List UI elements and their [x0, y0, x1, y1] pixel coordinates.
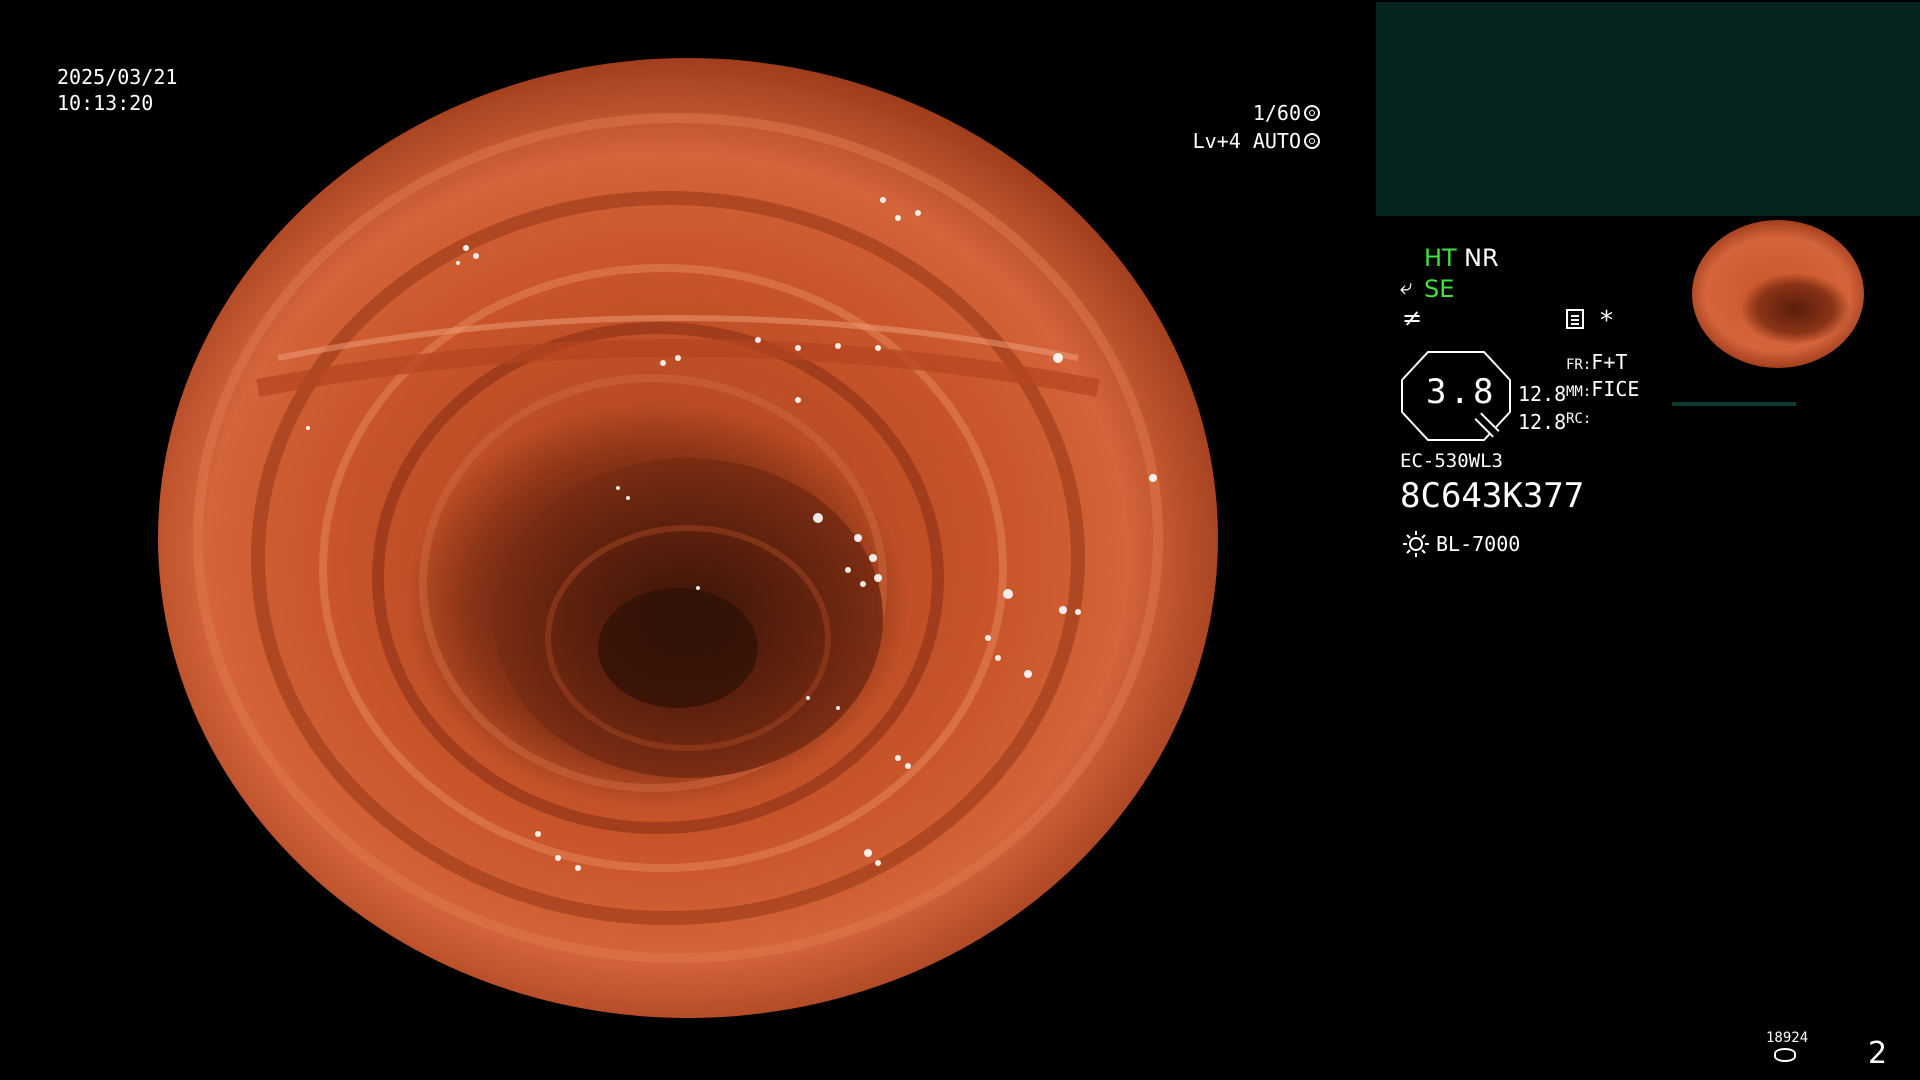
- fr-label: FR:: [1566, 357, 1592, 373]
- mucosal-folds: [193, 70, 1163, 963]
- storage-icon: [1774, 1048, 1796, 1062]
- image-counter: 18924: [1766, 1030, 1809, 1046]
- mm-top: 12.8: [1518, 382, 1567, 406]
- shutter-icon: [1304, 105, 1320, 121]
- thumbnail-bar: [1672, 402, 1796, 406]
- se-indicator: SE: [1424, 275, 1455, 303]
- monitor-panel: [1376, 2, 1920, 216]
- settings-list: FR:F+T MM:FICE RC:: [1566, 350, 1639, 431]
- scope-model: EC-530WL3: [1400, 450, 1503, 472]
- ht-indicator: HT: [1424, 244, 1457, 272]
- mm-bottom: 12.8: [1518, 410, 1567, 434]
- zoom-value: 3.8: [1426, 372, 1497, 412]
- fr-value: F+T: [1591, 350, 1628, 374]
- scope-serial: 8C643K377: [1400, 476, 1585, 516]
- rc-label: RC:: [1566, 411, 1592, 427]
- structure-enhance-icon: ⤶: [1400, 275, 1413, 300]
- thumbnail-preview[interactable]: [1672, 218, 1920, 418]
- document-icon: [1566, 309, 1584, 329]
- page-number: 2: [1868, 1036, 1888, 1071]
- light-source-model: BL-7000: [1436, 532, 1521, 556]
- color-enhance-icon: ≠: [1402, 304, 1423, 332]
- mm-values: 12.8 12.8: [1518, 370, 1566, 436]
- thumbnail-image: [1692, 220, 1864, 368]
- endoscopic-view: [158, 58, 1218, 1018]
- mm-label: MM:: [1566, 384, 1592, 400]
- shutter-speed: 1/60: [1252, 101, 1301, 125]
- light-source-icon: [1403, 531, 1429, 557]
- mm-value: FICE: [1591, 377, 1640, 401]
- asterisk-marker: *: [1600, 306, 1613, 336]
- iris-icon: [1304, 133, 1320, 149]
- nr-indicator: NR: [1464, 244, 1499, 272]
